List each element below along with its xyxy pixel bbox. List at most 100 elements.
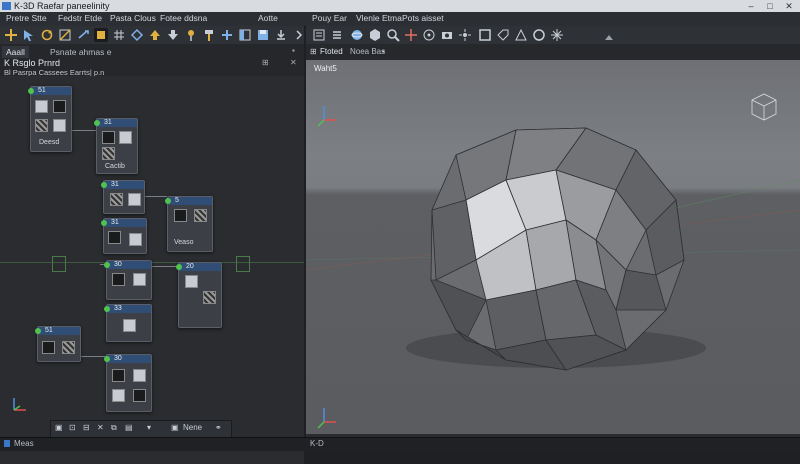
viewport-menu-icon[interactable]	[312, 28, 326, 42]
snap-tool-icon[interactable]	[130, 28, 144, 42]
close-tab-icon[interactable]: ▪	[292, 46, 295, 55]
menu-item-1[interactable]: Pretre Stte	[6, 13, 47, 23]
add-node-icon[interactable]	[220, 28, 234, 42]
link-icon[interactable]: ⚭	[215, 423, 222, 432]
node-port-icon[interactable]	[104, 356, 110, 362]
node-port-icon[interactable]	[176, 264, 182, 270]
graph-node[interactable]: 30	[104, 354, 152, 412]
node-header: 31	[111, 181, 119, 188]
rotate-tool-icon[interactable]	[40, 28, 54, 42]
hammer-icon[interactable]	[202, 28, 216, 42]
graph-node[interactable]: 31	[101, 180, 145, 214]
arrow-up-icon[interactable]	[148, 28, 162, 42]
layer-icon[interactable]: ▣	[171, 423, 179, 432]
dropdown-icon[interactable]: ▾	[147, 423, 151, 432]
star-icon[interactable]	[550, 28, 564, 42]
node-port-icon[interactable]	[94, 120, 100, 126]
pin-tool-icon[interactable]	[184, 28, 198, 42]
tab-node-base[interactable]: Noea Bas	[350, 47, 385, 56]
move-tool-icon[interactable]	[4, 28, 18, 42]
node-port-icon[interactable]	[28, 88, 34, 94]
node-label: Deesd	[39, 139, 60, 146]
export-icon[interactable]	[274, 28, 288, 42]
menu-item-4[interactable]: Fotee ddsna	[160, 13, 207, 23]
viewport-tab-bar: ⊞ Ftoted Noea Bas ▪	[306, 44, 800, 61]
node-port-icon[interactable]	[101, 220, 107, 226]
node-port-icon[interactable]	[101, 182, 107, 188]
window-title: K-3D Raefar paneelinity	[14, 1, 110, 11]
viewport-menu-1[interactable]: Pouy Ear	[312, 13, 347, 23]
scale-tool-icon[interactable]	[58, 28, 72, 42]
viewport-menu-2[interactable]: Vlenle Etma	[356, 13, 402, 23]
sphere-icon[interactable]	[350, 28, 364, 42]
chevron-right-icon[interactable]	[292, 28, 303, 42]
menu-item-5[interactable]: Aotte	[258, 13, 278, 23]
node-graph-canvas[interactable]: 51 Deesd 31 Cactib 31 31 5 Veaso 30 20 3…	[0, 76, 304, 464]
wireframe-icon[interactable]	[514, 28, 528, 42]
graph-node[interactable]: 5 Veaso	[165, 196, 213, 252]
arrow-down-icon[interactable]	[166, 28, 180, 42]
zoom-icon[interactable]	[386, 28, 400, 42]
circle-select-icon[interactable]	[532, 28, 546, 42]
cube-icon[interactable]	[368, 28, 382, 42]
node-port-icon[interactable]	[35, 328, 41, 334]
pan-icon[interactable]	[404, 28, 418, 42]
node-port-icon[interactable]	[104, 306, 110, 312]
light-icon[interactable]	[458, 28, 472, 42]
3d-viewport[interactable]: Waht5	[306, 60, 800, 434]
align-icon[interactable]: ⊟	[83, 423, 90, 432]
render-icon[interactable]	[94, 28, 108, 42]
graph-node[interactable]: 51 Deesd	[28, 86, 72, 152]
square-select-icon[interactable]	[478, 28, 492, 42]
menu-item-2[interactable]: Fedstr Etde	[58, 13, 102, 23]
node-header: 31	[104, 119, 112, 126]
tab-viewport[interactable]: Ftoted	[320, 47, 343, 56]
maximize-button[interactable]: □	[761, 0, 779, 12]
node-header: 51	[45, 327, 53, 334]
select-tool-icon[interactable]	[22, 28, 36, 42]
orbit-icon[interactable]	[422, 28, 436, 42]
pin-panel-icon[interactable]: ⊞	[262, 58, 269, 67]
close-window-button[interactable]: ✕	[780, 0, 798, 12]
tab-all[interactable]: Aaall	[2, 46, 29, 58]
save-icon[interactable]	[256, 28, 270, 42]
menu-item-3[interactable]: Pasta Clous	[110, 13, 156, 23]
link-tool-icon[interactable]	[76, 28, 90, 42]
layout-icon[interactable]	[238, 28, 252, 42]
fit-icon[interactable]: ⊡	[69, 423, 76, 432]
node-thumbnail	[112, 389, 125, 402]
grid-icon[interactable]: ⊞	[310, 47, 317, 56]
minimize-button[interactable]: –	[742, 0, 760, 12]
node-thumbnail	[194, 209, 207, 222]
frame-icon[interactable]: ▣	[55, 423, 63, 432]
grid-tool-icon[interactable]	[112, 28, 126, 42]
graph-node[interactable]: 51	[35, 326, 81, 362]
node-thumbnail	[42, 341, 55, 354]
node-thumbnail	[129, 233, 142, 246]
graph-node[interactable]: 31	[101, 218, 147, 254]
node-header: 30	[114, 355, 122, 362]
node-port-icon[interactable]	[104, 262, 110, 268]
node-thumbnail	[174, 209, 187, 222]
node-thumbnail	[108, 231, 121, 244]
panel-close-icon[interactable]: ✕	[290, 58, 297, 67]
tab-more-icon[interactable]: ▪	[382, 47, 385, 56]
copy-icon[interactable]: ⧉	[111, 423, 117, 433]
paste-icon[interactable]: ▤	[125, 423, 133, 432]
graph-node[interactable]: 31 Cactib	[94, 118, 138, 174]
collapse-toolbar-icon[interactable]	[602, 30, 616, 44]
tab-parameters[interactable]: Psnate ahmas e	[46, 46, 115, 58]
viewport-menu-3[interactable]: Pots aisset	[402, 13, 444, 23]
node-port-icon[interactable]	[165, 198, 171, 204]
status-bar: Meas K-D	[0, 437, 800, 451]
camera-icon[interactable]	[440, 28, 454, 42]
graph-node[interactable]: 20	[176, 262, 222, 328]
graph-node[interactable]: 33	[104, 304, 152, 342]
node-wire	[143, 196, 167, 197]
list-icon[interactable]	[330, 28, 344, 42]
delete-icon[interactable]: ✕	[97, 423, 104, 432]
node-thumbnail	[133, 273, 146, 286]
viewport-toolbar	[306, 26, 800, 45]
graph-node[interactable]: 30	[104, 260, 152, 300]
tag-icon[interactable]	[496, 28, 510, 42]
